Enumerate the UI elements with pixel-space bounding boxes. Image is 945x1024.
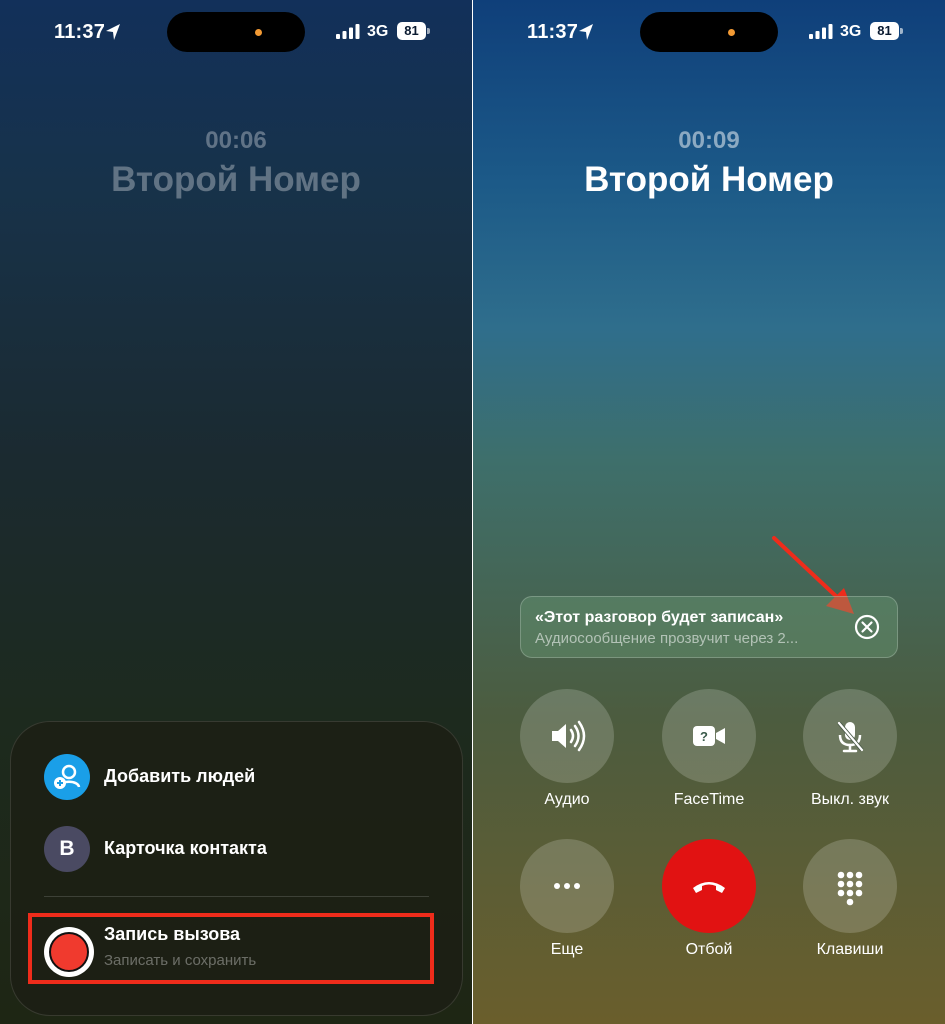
facetime-button[interactable]: ? xyxy=(662,689,756,783)
left-call-screen: 11:37 3G 81 00:06 Второй Номер Добавить … xyxy=(0,0,472,1024)
keypad-label: Клавиши xyxy=(816,941,884,958)
menu-item-contact-card[interactable]: В Карточка контакта xyxy=(11,821,464,877)
menu-divider xyxy=(44,896,429,897)
banner-title: «Этот разговор будет записан» xyxy=(535,609,784,626)
battery-tip xyxy=(427,28,430,34)
highlight-box xyxy=(28,913,434,984)
audio-button[interactable] xyxy=(520,689,614,783)
location-arrow-icon xyxy=(106,24,120,40)
mic-indicator-dot xyxy=(728,29,735,36)
mic-indicator-dot xyxy=(255,29,262,36)
status-bar: 11:37 3G 81 xyxy=(473,0,945,64)
network-type: 3G xyxy=(840,23,862,40)
svg-text:?: ? xyxy=(700,729,708,744)
battery-icon: 81 xyxy=(397,22,426,40)
status-time: 11:37 xyxy=(54,21,106,43)
banner-subtitle: Аудиосообщение прозвучит через 2... xyxy=(535,630,799,647)
call-timer: 00:09 xyxy=(678,127,740,154)
contact-avatar: В xyxy=(44,826,90,872)
recording-notice-banner: «Этот разговор будет записан» Аудиосообщ… xyxy=(520,596,898,658)
battery-icon: 81 xyxy=(870,22,899,40)
dynamic-island xyxy=(167,12,305,52)
cellular-signal-icon xyxy=(809,24,833,39)
speaker-icon xyxy=(552,720,586,752)
phone-hangup-icon xyxy=(693,882,725,893)
battery-tip xyxy=(900,28,903,34)
facetime-video-icon: ? xyxy=(693,726,725,746)
cellular-signal-icon xyxy=(336,24,360,39)
ellipsis-icon xyxy=(554,883,580,889)
caller-name: Второй Номер xyxy=(584,160,834,199)
right-call-screen: 11:37 3G 81 00:09 Второй Номер «Этот раз… xyxy=(473,0,945,1024)
add-people-label: Добавить людей xyxy=(104,766,256,786)
mute-button[interactable] xyxy=(803,689,897,783)
location-arrow-icon xyxy=(579,24,593,40)
mic-slash-icon xyxy=(837,721,864,753)
mute-label: Выкл. звук xyxy=(810,791,890,808)
menu-item-add-people[interactable]: Добавить людей xyxy=(11,749,464,805)
keypad-icon xyxy=(837,871,863,906)
status-bar: 11:37 3G 81 xyxy=(0,0,472,64)
more-button[interactable] xyxy=(520,839,614,933)
more-label: Еще xyxy=(550,941,584,958)
contact-card-label: Карточка контакта xyxy=(104,838,267,858)
audio-label: Аудио xyxy=(544,791,590,808)
dynamic-island xyxy=(640,12,778,52)
caller-name: Второй Номер xyxy=(111,160,361,199)
end-call-label: Отбой xyxy=(685,941,733,958)
call-timer: 00:06 xyxy=(205,127,267,154)
close-icon[interactable] xyxy=(854,614,880,640)
facetime-label: FaceTime xyxy=(673,791,745,808)
keypad-button[interactable] xyxy=(803,839,897,933)
end-call-button[interactable] xyxy=(662,839,756,933)
network-type: 3G xyxy=(367,23,389,40)
status-time: 11:37 xyxy=(527,21,579,43)
add-people-icon xyxy=(44,754,90,800)
